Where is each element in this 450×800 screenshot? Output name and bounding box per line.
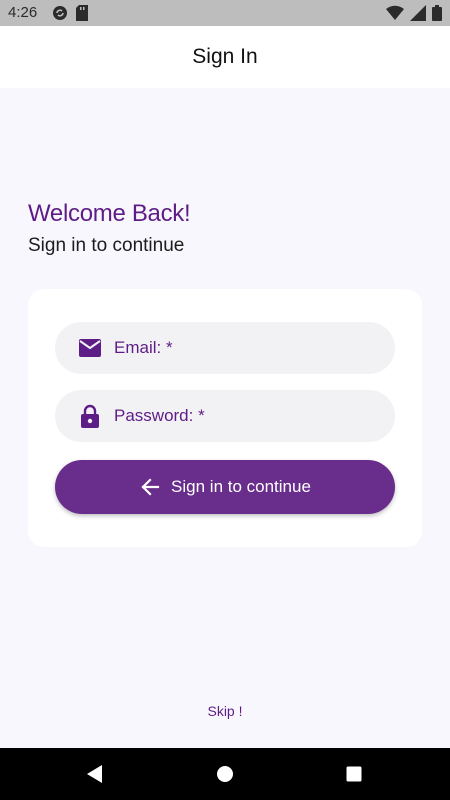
welcome-heading: Welcome Back!	[28, 200, 191, 227]
email-field[interactable]: Email: *	[55, 322, 395, 374]
skip-link[interactable]: Skip !	[0, 703, 450, 719]
battery-icon	[432, 5, 442, 26]
navigation-bar	[0, 748, 450, 800]
mail-icon	[78, 336, 102, 360]
sign-in-button-label: Sign in to continue	[171, 477, 311, 496]
signal-icon	[410, 5, 426, 26]
status-time: 4:26	[8, 4, 38, 21]
sd-card-icon	[76, 5, 88, 26]
welcome-subtitle: Sign in to continue	[28, 235, 185, 256]
app-bar: Sign In	[0, 26, 450, 88]
page-title: Sign In	[192, 45, 258, 68]
lock-icon	[78, 404, 102, 428]
sign-in-button[interactable]: Sign in to continue	[55, 460, 395, 514]
recents-icon[interactable]	[342, 762, 366, 786]
back-icon[interactable]	[82, 762, 106, 786]
sync-icon	[52, 5, 68, 26]
status-right-icons	[386, 5, 442, 26]
wifi-icon	[386, 5, 404, 26]
status-bar: 4:26	[0, 0, 450, 26]
sign-in-card: Email: * Password: * Sign in to continue	[28, 289, 422, 547]
home-icon[interactable]	[213, 762, 237, 786]
arrow-left-icon	[139, 476, 161, 498]
email-label: Email: *	[114, 338, 173, 357]
status-left-icons	[52, 5, 88, 26]
password-field[interactable]: Password: *	[55, 390, 395, 442]
password-label: Password: *	[114, 406, 205, 425]
